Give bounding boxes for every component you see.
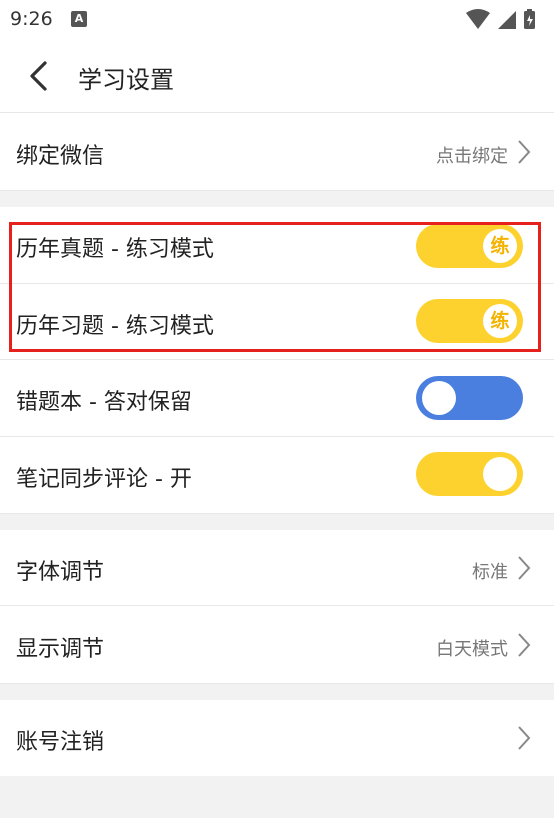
wrong-book-keep-toggle[interactable] [416, 376, 523, 420]
chevron-right-icon [518, 140, 531, 164]
row-bind-wechat[interactable]: 绑定微信 点击绑定 [0, 113, 554, 191]
row-label: 历年习题 - 练习模式 [16, 314, 214, 339]
signal-icon [498, 11, 516, 29]
past-practice-mode-toggle[interactable]: 练 [416, 299, 523, 343]
row-notes-sync: 笔记同步评论 - 开 [0, 437, 554, 514]
row-label: 显示调节 [16, 637, 105, 662]
row-account-cancel[interactable]: 账号注销 [0, 700, 554, 776]
toggle-knob [422, 381, 456, 415]
wifi-icon [466, 9, 490, 29]
chevron-right-icon [518, 726, 531, 750]
row-wrong-book: 错题本 - 答对保留 [0, 360, 554, 437]
status-icons [464, 7, 544, 31]
chevron-left-icon [30, 61, 47, 91]
row-past-exam-mode: 历年真题 - 练习模式 练 [0, 207, 554, 284]
notes-sync-toggle[interactable] [416, 452, 523, 496]
row-label: 笔记同步评论 - 开 [16, 467, 192, 492]
row-display-adjust[interactable]: 显示调节 白天模式 [0, 606, 554, 684]
toggle-knob [483, 457, 517, 491]
back-button[interactable] [22, 58, 58, 94]
battery-icon [524, 9, 535, 29]
toggle-knob: 练 [483, 229, 517, 263]
row-value: 标准 [472, 562, 508, 583]
chevron-right-icon [518, 633, 531, 657]
chevron-right-icon [518, 556, 531, 580]
status-bar: 9:26 A [0, 0, 554, 40]
toggle-knob: 练 [483, 304, 517, 338]
row-value: 点击绑定 [436, 146, 508, 167]
row-label: 字体调节 [16, 560, 105, 585]
app-notification-icon: A [71, 11, 87, 27]
row-label: 历年真题 - 练习模式 [16, 237, 214, 262]
row-label: 账号注销 [16, 730, 105, 755]
page-title: 学习设置 [78, 66, 174, 94]
app-header: 学习设置 [0, 40, 554, 113]
row-label: 绑定微信 [16, 144, 105, 169]
status-time: 9:26 [10, 8, 53, 30]
row-past-practice-mode: 历年习题 - 练习模式 练 [0, 284, 554, 360]
row-value: 白天模式 [436, 639, 508, 660]
past-exam-mode-toggle[interactable]: 练 [416, 224, 523, 268]
row-label: 错题本 - 答对保留 [16, 390, 192, 415]
row-font-adjust[interactable]: 字体调节 标准 [0, 530, 554, 606]
